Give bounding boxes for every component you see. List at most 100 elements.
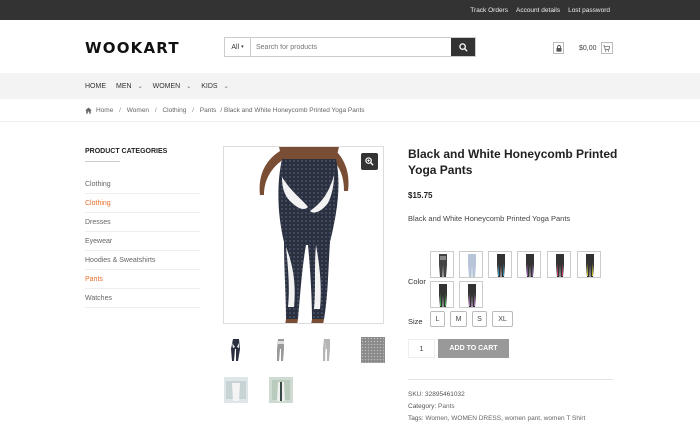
color-swatch[interactable] — [517, 251, 541, 278]
breadcrumb-clothing[interactable]: Clothing — [162, 107, 186, 114]
gallery-thumb[interactable] — [361, 337, 385, 363]
category-list: Clothing Clothing Dresses Eyewear Hoodie… — [85, 175, 200, 308]
category-item[interactable]: Eyewear — [85, 232, 200, 251]
gallery-thumb[interactable] — [315, 337, 339, 363]
breadcrumb-women[interactable]: Women — [127, 107, 149, 114]
search-bar: All ▾ — [224, 37, 476, 57]
add-to-cart-button[interactable]: ADD TO CART — [438, 339, 509, 358]
color-swatch[interactable] — [430, 281, 454, 308]
category-item-active[interactable]: Pants — [85, 270, 200, 289]
color-swatch[interactable] — [459, 281, 483, 308]
thumb-image — [224, 377, 248, 403]
thumb-image — [269, 377, 293, 403]
gallery-thumb[interactable] — [269, 377, 293, 403]
size-option-xl[interactable]: XL — [492, 311, 513, 327]
product-photo — [224, 147, 383, 323]
product-tags: Tags: Women, WOMEN DRESS, women pant, wo… — [408, 415, 585, 422]
site-logo[interactable]: WOOKART — [85, 39, 180, 57]
zoom-button[interactable] — [361, 153, 378, 170]
cart-button[interactable]: $0,00 — [579, 42, 613, 54]
swatch-image — [439, 254, 447, 277]
sku-label: SKU: — [408, 391, 424, 398]
search-category-value: All — [231, 43, 240, 51]
account-details-link[interactable]: Account details — [516, 7, 560, 14]
product-sku: SKU: 32895461032 — [408, 391, 465, 398]
thumb-image — [315, 337, 339, 363]
color-swatch[interactable] — [488, 251, 512, 278]
search-button[interactable] — [451, 38, 475, 56]
divider — [0, 121, 700, 122]
product-price: $15.75 — [408, 191, 433, 200]
size-option-s[interactable]: S — [472, 311, 487, 327]
home-icon — [85, 106, 92, 114]
product-short-description: Black and White Honeycomb Printed Yoga P… — [408, 214, 571, 223]
nav-men-label: MEN — [116, 82, 132, 90]
product-category: Category: Pants — [408, 403, 455, 410]
category-label: Category: — [408, 403, 437, 410]
site-header: WOOKART All▾ $0,00 — [0, 20, 700, 73]
gallery-thumb[interactable] — [224, 337, 248, 363]
top-links: Track Orders Account details Lost passwo… — [470, 0, 610, 20]
nav-kids-label: KIDS — [201, 82, 218, 90]
lock-icon — [556, 44, 561, 52]
color-label: Color — [408, 277, 426, 286]
lost-password-link[interactable]: Lost password — [568, 7, 610, 14]
zoom-icon — [365, 157, 374, 166]
size-option-l[interactable]: L — [430, 311, 445, 327]
heading-underline — [85, 161, 120, 162]
size-option-m[interactable]: M — [450, 311, 467, 327]
quantity-input[interactable]: 1 — [408, 339, 435, 358]
chevron-down-icon: ⌄ — [186, 83, 192, 90]
chevron-down-icon: ⌄ — [137, 83, 143, 90]
swatch-image — [468, 284, 476, 307]
category-item-active[interactable]: Clothing — [85, 194, 200, 213]
main-nav: HOME MEN ⌄ WOMEN ⌄ KIDS ⌄ — [0, 73, 700, 99]
nav-kids[interactable]: KIDS ⌄ — [201, 83, 228, 90]
category-item[interactable]: Clothing — [85, 175, 200, 194]
breadcrumb-separator: / — [190, 106, 196, 114]
swatch-image — [497, 254, 505, 277]
color-swatch[interactable] — [577, 251, 601, 278]
chevron-down-icon: ⌄ — [223, 83, 229, 90]
swatch-image — [439, 284, 447, 307]
breadcrumb: Home / Women / Clothing / Pants / Black … — [85, 104, 365, 116]
tags-links[interactable]: Women, WOMEN DRESS, women pant, women T … — [425, 415, 585, 422]
category-item[interactable]: Watches — [85, 289, 200, 308]
breadcrumb-current: / Black and White Honeycomb Printed Yoga… — [220, 106, 365, 114]
color-swatch[interactable] — [547, 251, 571, 278]
account-button[interactable] — [553, 42, 564, 54]
category-link[interactable]: Pants — [438, 403, 455, 410]
breadcrumb-home[interactable]: Home — [96, 107, 113, 114]
sku-value: 32895461032 — [424, 391, 465, 398]
cart-total: $0,00 — [579, 44, 597, 52]
tags-label: Tags: — [408, 415, 424, 422]
gallery-thumb[interactable] — [269, 337, 293, 363]
swatch-image — [468, 254, 476, 277]
size-label: Size — [408, 317, 423, 326]
gallery-thumb[interactable] — [224, 377, 248, 403]
search-icon — [458, 42, 468, 52]
color-swatch[interactable] — [459, 251, 483, 278]
sidebar-heading: PRODUCT CATEGORIES — [85, 148, 168, 155]
nav-women[interactable]: WOMEN ⌄ — [153, 83, 192, 90]
top-bar: Track Orders Account details Lost passwo… — [0, 0, 700, 20]
color-swatch[interactable] — [430, 251, 454, 278]
sidebar: PRODUCT CATEGORIES Clothing Clothing Dre… — [85, 148, 200, 308]
breadcrumb-pants[interactable]: Pants — [200, 107, 217, 114]
nav-home[interactable]: HOME — [85, 83, 106, 90]
divider — [408, 379, 613, 380]
swatch-image — [526, 254, 534, 277]
category-item[interactable]: Hoodies & Sweatshirts — [85, 251, 200, 270]
cart-box — [600, 42, 613, 54]
product-main-image[interactable] — [223, 146, 384, 324]
swatch-image — [556, 254, 564, 277]
thumb-image — [361, 337, 385, 363]
category-item[interactable]: Dresses — [85, 213, 200, 232]
track-orders-link[interactable]: Track Orders — [470, 7, 508, 14]
product-title: Black and White Honeycomb Printed Yoga P… — [408, 147, 618, 177]
nav-home-label: HOME — [85, 82, 106, 90]
nav-men[interactable]: MEN ⌄ — [116, 83, 143, 90]
search-category-select[interactable]: All ▾ — [225, 38, 251, 56]
swatch-image — [586, 254, 594, 277]
search-input[interactable] — [251, 38, 451, 56]
